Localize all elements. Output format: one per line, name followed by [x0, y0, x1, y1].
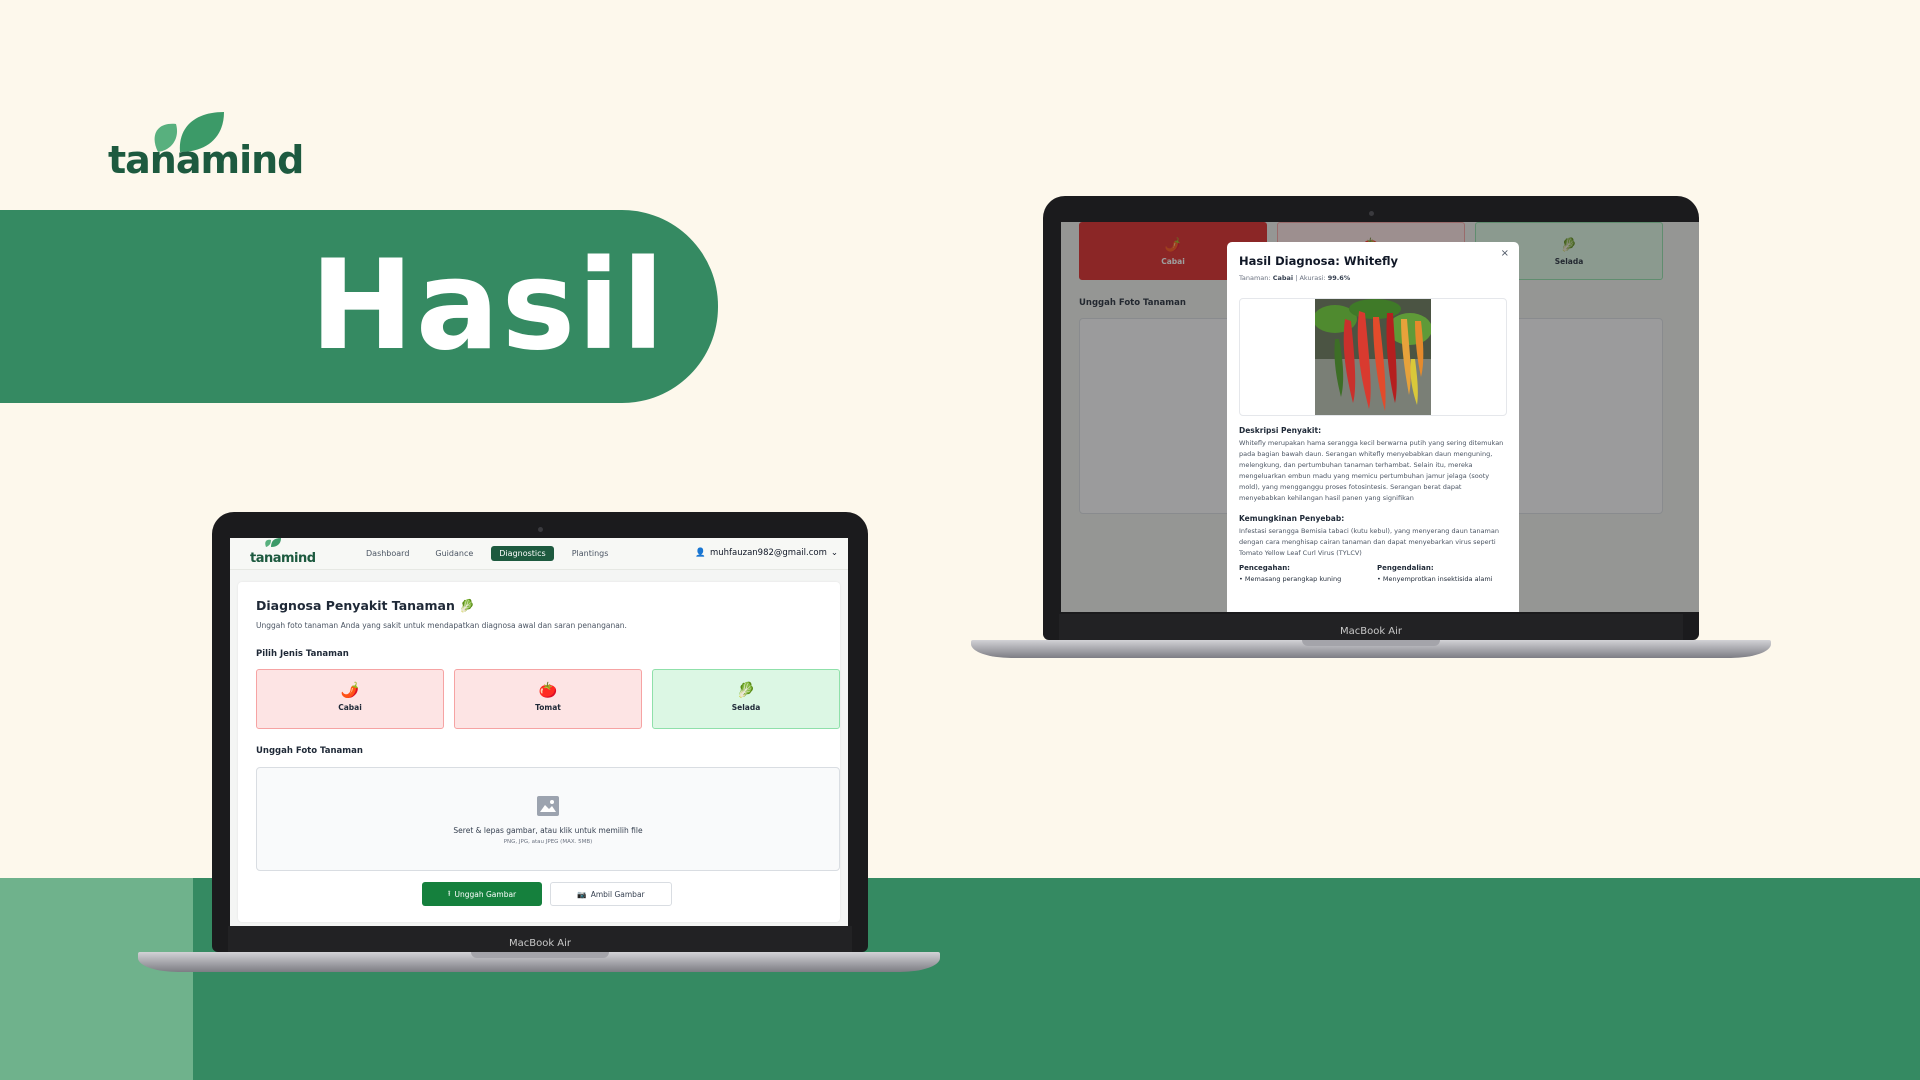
description-heading: Deskripsi Penyakit: — [1239, 426, 1322, 435]
meta-accuracy-value: 99.6% — [1327, 274, 1351, 282]
image-icon — [537, 796, 559, 816]
control-item: • Menyemprotkan insektisida alami — [1377, 575, 1493, 583]
camera-dot — [1369, 211, 1374, 216]
nav-link-diagnostics[interactable]: Diagnostics — [491, 546, 554, 561]
chili-plant-photo — [1315, 299, 1431, 415]
upload-icon: ⭱ — [447, 888, 451, 898]
meta-plant-label: Tanaman: — [1239, 274, 1271, 282]
plant-option-cabai[interactable]: 🌶️ Cabai — [256, 669, 444, 729]
control-heading: Pengendalian: — [1377, 564, 1434, 572]
nav-link-plantings[interactable]: Plantings — [564, 546, 617, 561]
description-text: Whitefly merupakan hama serangga kecil b… — [1239, 439, 1504, 502]
laptop-right-notch — [1302, 640, 1440, 646]
user-menu[interactable]: 👤 muhfauzan982@gmail.com ⌄ — [695, 548, 838, 558]
cause-text: Infestasi serangga Bemisia tabaci (kutu … — [1239, 527, 1499, 557]
nav-logo-text: tanamind — [250, 551, 316, 566]
page-subtitle: Unggah foto tanaman Anda yang sakit untu… — [256, 621, 627, 630]
upload-button-label: Unggah Gambar — [454, 889, 517, 899]
laptop-right-chin: MacBook Air — [1059, 614, 1683, 640]
leaf-logo-icon — [264, 538, 282, 550]
nav-link-dashboard[interactable]: Dashboard — [358, 546, 417, 561]
top-nav: tanamind Dashboard Guidance Diagnostics … — [230, 538, 848, 570]
upload-hint: Seret & lepas gambar, atau klik untuk me… — [453, 826, 643, 835]
plant-option-label: Selada — [731, 703, 761, 712]
upload-formats: PNG, JPG, atau JPEG (MAX. 5MB) — [503, 839, 593, 845]
plant-option-selada[interactable]: 🥬 Selada — [652, 669, 840, 729]
laptop-left-screen: tanamind Dashboard Guidance Diagnostics … — [230, 538, 848, 926]
laptop-right-screen: 🌶️ Cabai 🍅 🥬 Selada Unggah Foto Tanaman … — [1061, 222, 1699, 612]
nav-link-guidance[interactable]: Guidance — [427, 546, 481, 561]
prevention-heading: Pencegahan: — [1239, 564, 1290, 572]
prevention-item-text: Memasang perangkap kuning — [1244, 575, 1342, 583]
cause-heading: Kemungkinan Penyebab: — [1239, 514, 1345, 523]
plant-select-label: Pilih Jenis Tanaman — [256, 649, 349, 659]
chevron-down-icon: ⌄ — [830, 548, 838, 558]
brand-logo: tanamind — [108, 108, 304, 188]
meta-plant-value: Cabai — [1272, 274, 1294, 282]
camera-dot — [538, 527, 543, 532]
lettuce-icon: 🥬 — [736, 681, 756, 699]
control-item-text: Menyemprotkan insektisida alami — [1382, 575, 1493, 583]
diagnosis-image-frame — [1239, 298, 1507, 416]
take-photo-button[interactable]: 📷 Ambil Gambar — [550, 882, 672, 906]
camera-button-label: Ambil Gambar — [590, 889, 645, 899]
upload-dropzone[interactable]: Seret & lepas gambar, atau klik untuk me… — [256, 767, 840, 871]
device-label: MacBook Air — [1339, 626, 1403, 637]
modal-meta: Tanaman: Cabai | Akurasi: 99.6% — [1239, 274, 1350, 282]
brand-wordmark: tanamind — [108, 138, 304, 182]
prevention-section: Pencegahan: • Memasang perangkap kuning — [1239, 564, 1369, 583]
user-icon: 👤 — [695, 548, 706, 558]
laptop-left-notch — [471, 952, 609, 958]
laptop-left-chin: MacBook Air — [228, 926, 852, 952]
nav-links: Dashboard Guidance Diagnostics Plantings — [358, 546, 616, 561]
user-email: muhfauzan982@gmail.com — [709, 548, 827, 558]
chili-icon: 🌶️ — [340, 681, 360, 699]
camera-icon: 📷 — [577, 889, 587, 899]
bottom-accent-block — [0, 878, 193, 1080]
plant-option-label: Cabai — [338, 703, 362, 712]
tomato-icon: 🍅 — [538, 681, 558, 699]
control-section: Pengendalian: • Menyemprotkan insektisid… — [1377, 564, 1512, 583]
nav-logo[interactable]: tanamind — [250, 538, 316, 566]
modal-title: Hasil Diagnosa: Whitefly — [1239, 254, 1399, 268]
hero-title: Hasil — [310, 234, 667, 378]
page-title: Diagnosa Penyakit Tanaman 🥬 — [256, 598, 475, 613]
diagnosis-result-modal: Hasil Diagnosa: Whitefly × Tanaman: Caba… — [1227, 242, 1519, 612]
plant-option-label: Tomat — [535, 703, 561, 712]
upload-image-button[interactable]: ⭱ Unggah Gambar — [422, 882, 542, 906]
prevention-item: • Memasang perangkap kuning — [1239, 575, 1342, 583]
diagnosis-card: Diagnosa Penyakit Tanaman 🥬 Unggah foto … — [238, 582, 840, 922]
meta-accuracy-label: | Akurasi: — [1295, 274, 1326, 282]
device-label: MacBook Air — [508, 938, 572, 949]
close-icon[interactable]: × — [1501, 248, 1509, 259]
plant-option-tomat[interactable]: 🍅 Tomat — [454, 669, 642, 729]
upload-section-label: Unggah Foto Tanaman — [256, 746, 363, 756]
